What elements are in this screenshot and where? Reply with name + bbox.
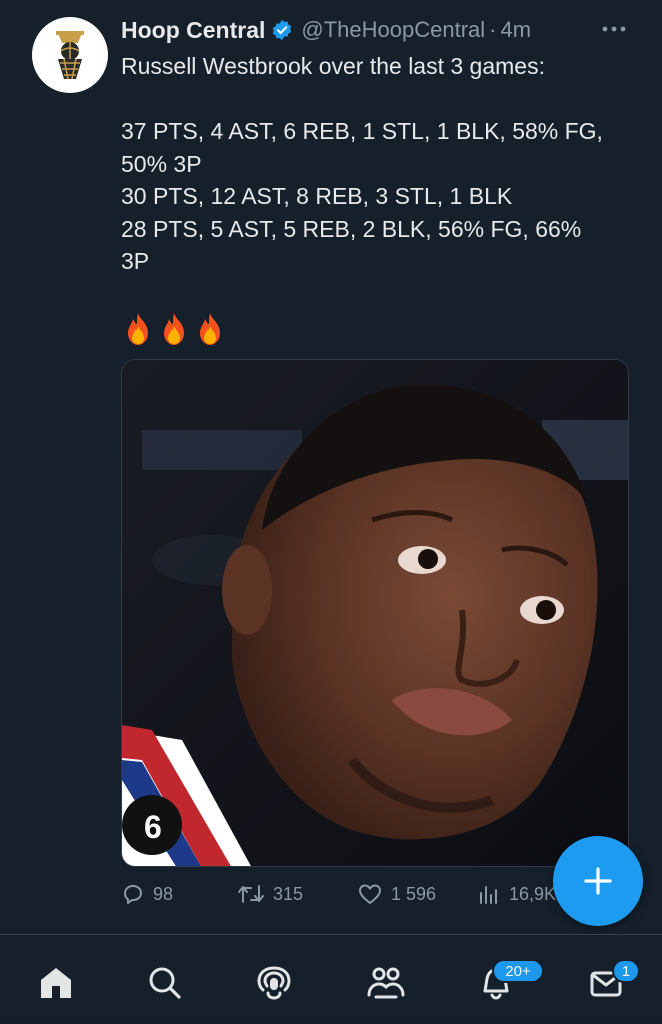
tweet-text-line <box>121 278 641 311</box>
fire-icon <box>128 313 148 345</box>
tweet-text-line: 37 PTS, 4 AST, 6 REB, 1 STL, 1 BLK, 58% … <box>121 118 603 144</box>
tweet-photo[interactable]: 6 <box>121 359 629 867</box>
home-icon <box>41 968 71 998</box>
more-options-button[interactable] <box>596 14 632 44</box>
verified-badge-icon <box>273 19 292 41</box>
retweet-button[interactable]: 315 <box>237 882 303 906</box>
timestamp[interactable]: 4m <box>500 17 531 43</box>
heart-icon <box>359 884 381 904</box>
more-dots-icon <box>602 26 626 32</box>
player-photo: 6 <box>122 360 628 866</box>
tweet-text-line: 50% 3P <box>121 150 202 177</box>
reply-button[interactable]: 98 <box>121 882 173 906</box>
reply-icon <box>124 885 142 904</box>
fire-icon <box>164 313 184 345</box>
tweet-text-line: 30 PTS, 12 AST, 8 REB, 3 STL, 1 BLK <box>121 183 513 209</box>
tweet-text-line: Russell Westbrook over the last 3 games: <box>121 53 545 79</box>
messages-badge: 1 <box>612 959 640 983</box>
reply-count: 98 <box>153 883 174 904</box>
retweet-icon <box>238 885 264 903</box>
plus-icon <box>584 867 612 895</box>
like-count: 1 596 <box>391 883 437 904</box>
svg-text:6: 6 <box>144 809 162 845</box>
tweet-actions: 98 315 1 596 16,9K <box>121 878 581 914</box>
basketball-hoop-logo-icon <box>56 31 84 80</box>
nav-communities[interactable] <box>358 961 414 1005</box>
author-handle[interactable]: @TheHoopCentral <box>301 17 485 43</box>
fire-emojis <box>123 312 225 346</box>
tweet[interactable]: Hoop Central @TheHoopCentral · 4m Russel… <box>0 0 662 935</box>
retweet-count: 315 <box>273 883 304 904</box>
communities-icon <box>367 967 405 999</box>
fire-icon <box>200 313 220 345</box>
compose-tweet-button[interactable] <box>553 836 643 926</box>
notifications-badge: 20+ <box>492 959 544 983</box>
tweet-text-line: 3P <box>121 248 150 274</box>
views-button[interactable]: 16,9K <box>477 882 556 906</box>
tweet-text-line <box>121 83 641 116</box>
author-display-name[interactable]: Hoop Central <box>121 17 265 44</box>
spaces-icon <box>257 966 291 1000</box>
tweet-header: Hoop Central @TheHoopCentral · 4m <box>121 14 531 46</box>
separator-dot: · <box>489 17 497 42</box>
view-count: 16,9K <box>509 883 557 904</box>
tweet-text-line: 28 PTS, 5 AST, 5 REB, 2 BLK, 56% FG, 66% <box>121 215 582 242</box>
like-button[interactable]: 1 596 <box>357 882 436 906</box>
nav-search[interactable] <box>137 961 193 1005</box>
search-icon <box>149 967 181 999</box>
analytics-icon <box>480 886 497 904</box>
tweet-text: Russell Westbrook over the last 3 games:… <box>121 50 641 310</box>
author-avatar[interactable] <box>32 17 108 93</box>
nav-home[interactable] <box>28 961 84 1005</box>
nav-spaces[interactable] <box>246 961 302 1005</box>
bottom-navigation: 20+ 1 <box>0 935 662 1024</box>
